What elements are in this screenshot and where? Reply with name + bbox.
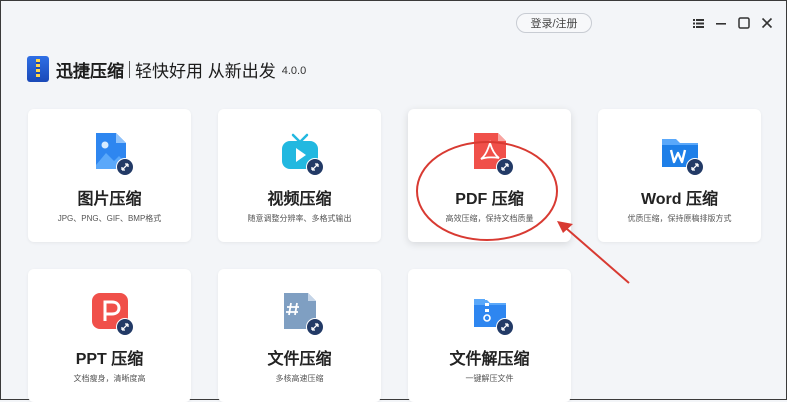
version-label: 4.0.0: [281, 64, 307, 77]
card-word-compress[interactable]: Word 压缩 优质压缩，保持原稿排版方式: [598, 109, 761, 242]
compress-badge-icon: [306, 158, 324, 176]
card-file-compress[interactable]: 文件压缩 多核高速压缩: [218, 269, 381, 402]
card-description: 高效压缩，保持文档质量: [445, 214, 534, 223]
menu-icon[interactable]: [690, 15, 706, 31]
card-title: Word 压缩: [640, 191, 719, 208]
card-pdf-compress[interactable]: PDF 压缩 高效压缩，保持文档质量: [408, 109, 571, 242]
card-title: 图片压缩: [77, 191, 142, 208]
card-description: JPG、PNG、GIF、BMP格式: [57, 214, 162, 223]
card-description: 优质压缩，保持原稿排版方式: [627, 214, 732, 223]
brand-slogan: 轻快好用 从新出发: [135, 61, 276, 81]
card-file-decompress[interactable]: 文件解压缩 一键解压文件: [408, 269, 571, 402]
compress-badge-icon: [116, 318, 134, 336]
card-ppt-compress[interactable]: PPT 压缩 文档瘦身，清晰度高: [28, 269, 191, 402]
minimize-icon[interactable]: [713, 15, 729, 31]
login-register-button[interactable]: 登录/注册: [516, 13, 592, 33]
card-title: 文件压缩: [267, 351, 332, 368]
close-icon[interactable]: [759, 15, 775, 31]
brand-header: 迅捷压缩 轻快好用 从新出发 4.0.0: [27, 55, 306, 83]
card-title: 视频压缩: [267, 191, 332, 208]
card-image-compress[interactable]: 图片压缩 JPG、PNG、GIF、BMP格式: [28, 109, 191, 242]
compress-badge-icon: [496, 158, 514, 176]
decompress-badge-icon: [496, 318, 514, 336]
app-logo-icon: [27, 56, 49, 82]
card-description: 一键解压文件: [465, 374, 514, 383]
card-description: 随意调整分辨率、多格式输出: [247, 214, 352, 223]
title-bar: 登录/注册: [1, 1, 786, 45]
card-description: 文档瘦身，清晰度高: [73, 374, 146, 383]
card-title: PPT 压缩: [75, 351, 144, 368]
card-video-compress[interactable]: 视频压缩 随意调整分辨率、多格式输出: [218, 109, 381, 242]
brand-name: 迅捷压缩: [56, 61, 124, 81]
card-title: PDF 压缩: [455, 191, 524, 208]
card-description: 多核高速压缩: [275, 374, 324, 383]
compress-badge-icon: [686, 158, 704, 176]
brand-divider: [129, 60, 130, 78]
maximize-icon[interactable]: [736, 15, 752, 31]
compress-badge-icon: [116, 158, 134, 176]
card-title: 文件解压缩: [449, 351, 530, 368]
compress-badge-icon: [306, 318, 324, 336]
